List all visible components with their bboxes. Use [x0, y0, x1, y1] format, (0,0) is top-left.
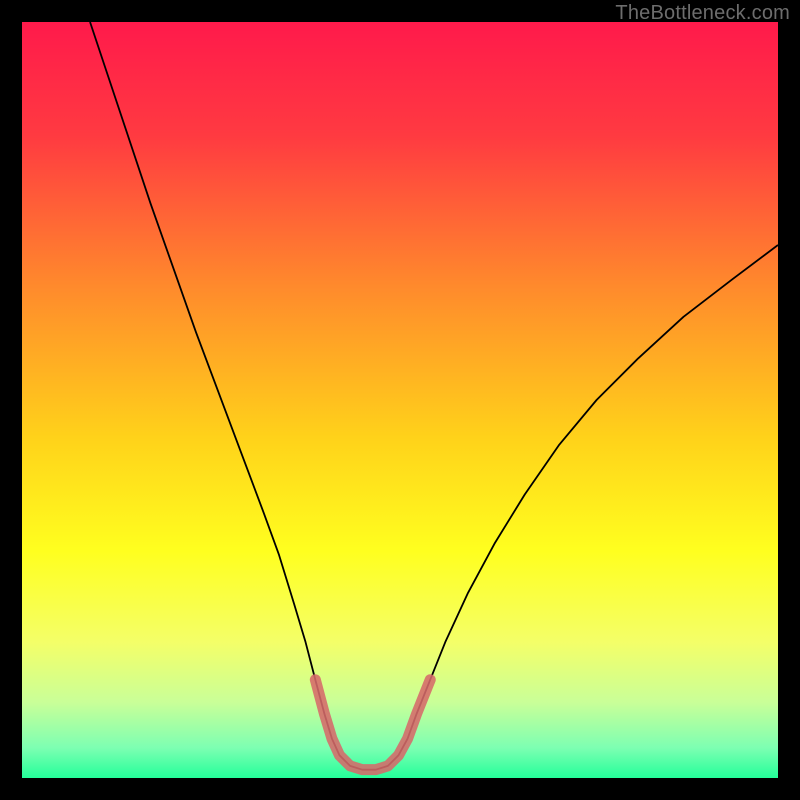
chart-plot-area	[22, 22, 778, 778]
chart-svg	[22, 22, 778, 778]
chart-background	[22, 22, 778, 778]
chart-frame: TheBottleneck.com	[0, 0, 800, 800]
